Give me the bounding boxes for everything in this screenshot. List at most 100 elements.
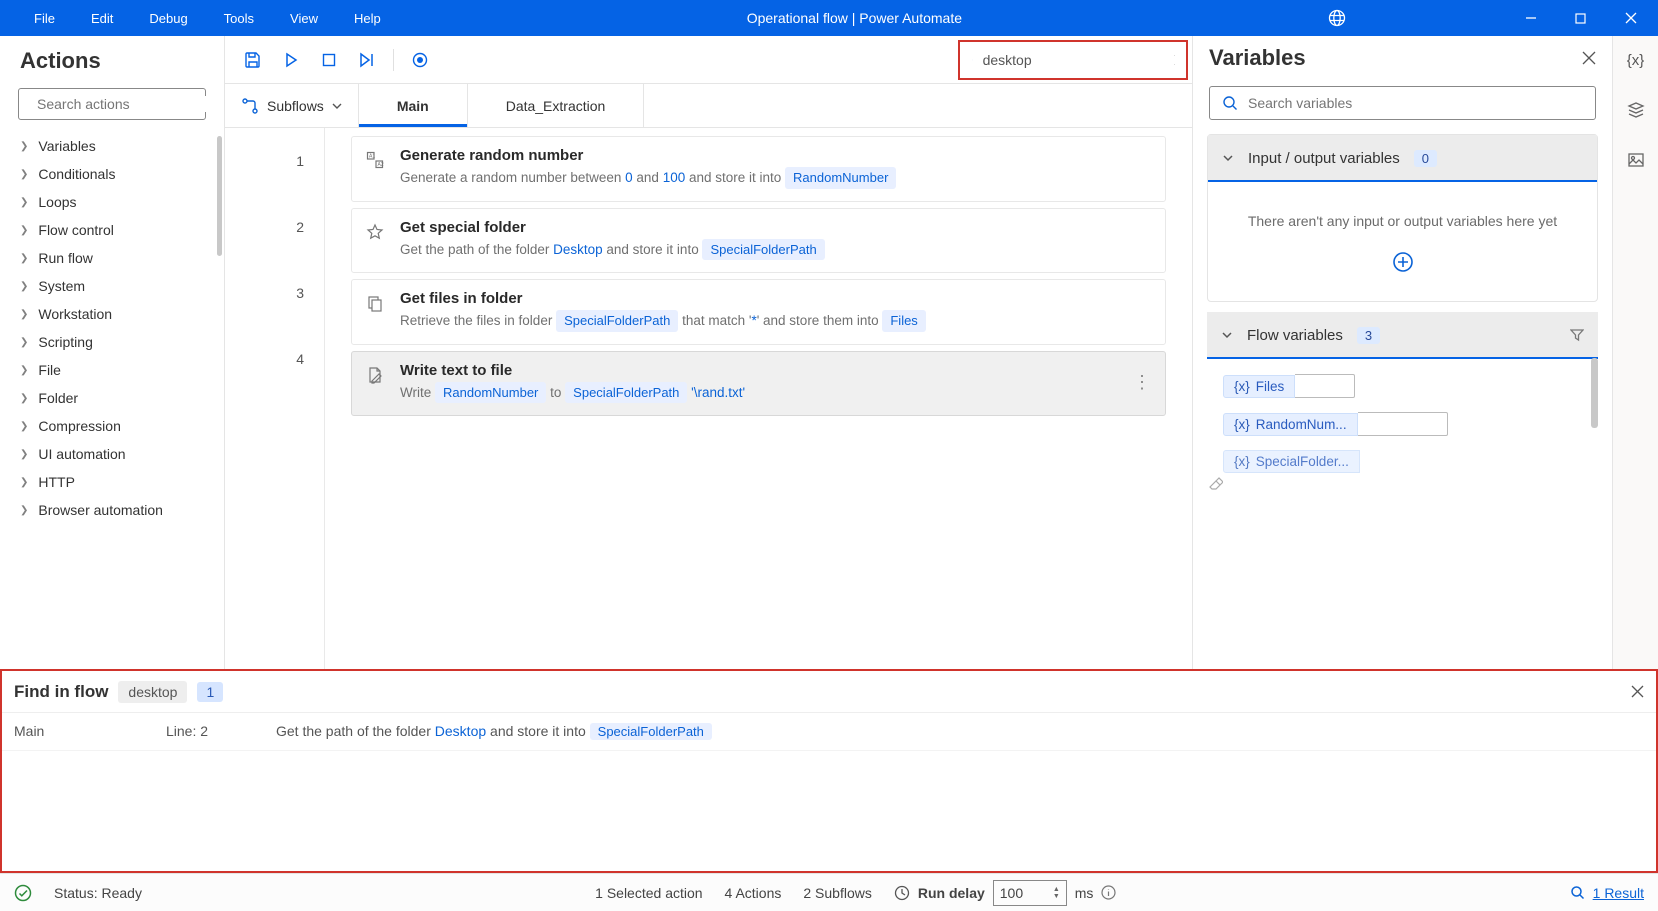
category-flow-control[interactable]: ❯Flow control <box>0 216 224 244</box>
variable-name: SpecialFolder... <box>1256 454 1349 469</box>
category-file[interactable]: ❯File <box>0 356 224 384</box>
menu-bar: File Edit Debug Tools View Help <box>0 3 395 34</box>
menu-debug[interactable]: Debug <box>135 3 201 34</box>
flow-variables-section: Flow variables 3 {x}Files {x}RandomNum..… <box>1207 312 1598 499</box>
run-delay-input[interactable]: 100 ▲▼ <box>993 880 1067 906</box>
tab-main[interactable]: Main <box>359 84 468 127</box>
category-folder[interactable]: ❯Folder <box>0 384 224 412</box>
chevron-right-icon: ❯ <box>20 141 28 152</box>
menu-tools[interactable]: Tools <box>210 3 268 34</box>
stop-button[interactable] <box>313 44 345 76</box>
category-scripting[interactable]: ❯Scripting <box>0 328 224 356</box>
status-ok-icon <box>14 884 32 902</box>
category-system[interactable]: ❯System <box>0 272 224 300</box>
category-label: Scripting <box>38 334 92 350</box>
category-ui-automation[interactable]: ❯UI automation <box>0 440 224 468</box>
variable-name: RandomNum... <box>1256 417 1347 432</box>
find-result-row[interactable]: Main Line: 2 Get the path of the folder … <box>2 713 1656 751</box>
category-run-flow[interactable]: ❯Run flow <box>0 244 224 272</box>
variables-rail-icon[interactable]: {x} <box>1622 46 1650 74</box>
minimize-button[interactable] <box>1508 0 1554 36</box>
category-browser-automation[interactable]: ❯ Browser automation <box>0 496 224 524</box>
menu-edit[interactable]: Edit <box>77 3 127 34</box>
run-button[interactable] <box>275 44 307 76</box>
variables-search-input[interactable] <box>1248 95 1583 111</box>
maximize-button[interactable] <box>1558 0 1604 36</box>
scrollbar-thumb[interactable] <box>217 136 222 256</box>
results-link[interactable]: 1 Result <box>1570 885 1644 901</box>
menu-help[interactable]: Help <box>340 3 395 34</box>
category-label: Browser automation <box>38 502 163 518</box>
status-bar: Status: Ready 1 Selected action 4 Action… <box>0 873 1658 911</box>
step-menu-button[interactable]: ⋮ <box>1133 372 1151 393</box>
tab-label: Data_Extraction <box>506 98 606 114</box>
separator <box>393 49 394 71</box>
scrollbar-thumb[interactable] <box>1591 358 1598 428</box>
ui-elements-rail-icon[interactable] <box>1622 96 1650 124</box>
search-icon <box>1570 885 1585 900</box>
step-button[interactable] <box>351 44 383 76</box>
category-label: Conditionals <box>38 166 115 182</box>
flow-search-input[interactable] <box>983 52 1164 68</box>
close-button[interactable] <box>1608 0 1654 36</box>
find-close-button[interactable] <box>1631 685 1644 698</box>
actions-search[interactable] <box>18 88 206 120</box>
images-rail-icon[interactable] <box>1622 146 1650 174</box>
variable-chip[interactable]: SpecialFolderPath <box>702 239 824 261</box>
flow-variable-randomnumber[interactable]: {x}RandomNum... <box>1223 412 1588 436</box>
variable-chip[interactable]: Files <box>882 310 925 332</box>
step-get-special-folder[interactable]: Get special folder Get the path of the f… <box>351 208 1166 274</box>
category-label: File <box>38 362 61 378</box>
close-icon[interactable] <box>1582 51 1596 65</box>
step-description: Retrieve the files in folder SpecialFold… <box>400 310 1151 332</box>
environment-icon[interactable] <box>1314 9 1360 27</box>
record-button[interactable] <box>404 44 436 76</box>
menu-view[interactable]: View <box>276 3 332 34</box>
find-term-chip: desktop <box>118 681 187 703</box>
step-write-text-to-file[interactable]: Write text to file Write RandomNumber to… <box>351 351 1166 417</box>
step-get-files-in-folder[interactable]: Get files in folder Retrieve the files i… <box>351 279 1166 345</box>
variable-chip[interactable]: SpecialFolderPath <box>590 723 712 740</box>
run-delay-value: 100 <box>1000 885 1023 901</box>
add-variable-button[interactable] <box>1218 251 1587 273</box>
tab-data-extraction[interactable]: Data_Extraction <box>468 84 645 127</box>
variable-chip[interactable]: RandomNumber <box>435 382 546 404</box>
category-label: HTTP <box>38 474 75 490</box>
save-button[interactable] <box>237 44 269 76</box>
flow-variables-header[interactable]: Flow variables 3 <box>1207 312 1598 358</box>
random-icon: A1A2 <box>366 147 386 189</box>
subflows-dropdown[interactable]: Subflows <box>225 84 359 127</box>
line-number: 3 <box>225 260 324 326</box>
category-compression[interactable]: ❯Compression <box>0 412 224 440</box>
variables-search[interactable] <box>1209 86 1596 120</box>
variable-chip[interactable]: SpecialFolderPath <box>556 310 678 332</box>
actions-search-input[interactable] <box>37 96 218 112</box>
count-badge: 0 <box>1414 150 1437 167</box>
find-result-description: Get the path of the folder Desktop and s… <box>276 723 1644 740</box>
filter-icon[interactable] <box>1570 328 1584 342</box>
run-delay-unit: ms <box>1075 885 1094 901</box>
chevron-right-icon: ❯ <box>20 281 28 292</box>
step-generate-random-number[interactable]: A1A2 Generate random number Generate a r… <box>351 136 1166 202</box>
io-variables-header[interactable]: Input / output variables 0 <box>1208 135 1597 181</box>
variables-header: Variables <box>1209 45 1306 71</box>
category-workstation[interactable]: ❯Workstation <box>0 300 224 328</box>
actions-sidebar: Actions ❯Variables ❯Conditionals ❯Loops … <box>0 36 225 669</box>
variable-chip[interactable]: SpecialFolderPath <box>565 382 687 404</box>
category-variables[interactable]: ❯Variables <box>0 132 224 160</box>
flow-steps: A1A2 Generate random number Generate a r… <box>325 128 1192 669</box>
category-http[interactable]: ❯HTTP <box>0 468 224 496</box>
chevron-right-icon: ❯ <box>20 505 28 516</box>
variable-chip[interactable]: RandomNumber <box>785 167 896 189</box>
flow-search[interactable] <box>958 40 1188 80</box>
menu-file[interactable]: File <box>20 3 69 34</box>
title-bar: File Edit Debug Tools View Help Operatio… <box>0 0 1658 36</box>
category-conditionals[interactable]: ❯Conditionals <box>0 160 224 188</box>
flow-variable-files[interactable]: {x}Files <box>1223 374 1588 398</box>
spinner-arrows[interactable]: ▲▼ <box>1053 886 1060 900</box>
info-icon[interactable] <box>1101 885 1116 900</box>
chevron-down-icon <box>332 101 342 111</box>
clear-icon[interactable] <box>1207 473 1598 499</box>
category-loops[interactable]: ❯Loops <box>0 188 224 216</box>
flow-variable-specialfolder[interactable]: {x}SpecialFolder... <box>1223 450 1588 473</box>
